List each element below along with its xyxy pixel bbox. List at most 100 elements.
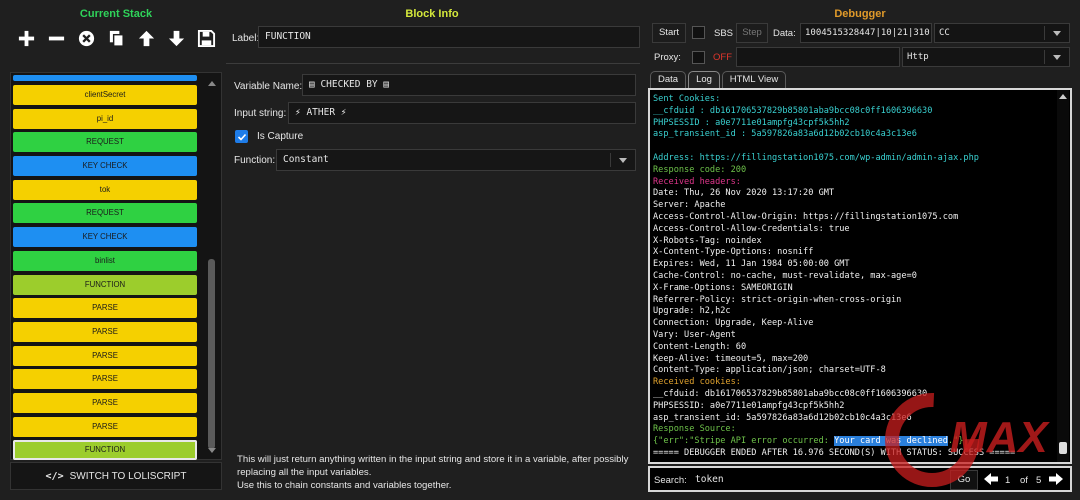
clone-block-button[interactable] — [105, 28, 127, 48]
function-select[interactable]: Constant — [276, 149, 636, 171]
stack-block[interactable]: PARSE — [13, 369, 197, 390]
stack-list: clientSecret pi_id REQUEST KEY CHECK tok REQU… — [10, 72, 222, 461]
log-line: X-Frame-Options: SAMEORIGIN — [653, 282, 793, 293]
dropdown-separator — [1044, 26, 1045, 40]
log-line: {"err":"Stripe API error occurred: Your … — [653, 436, 1053, 448]
plus-icon — [18, 30, 34, 46]
stack-scrollbar[interactable] — [204, 73, 220, 459]
arrow-down-icon — [168, 30, 184, 46]
move-up-button[interactable] — [135, 28, 157, 48]
input-string-caption: Input string: — [234, 108, 287, 119]
stack-block[interactable]: tok — [13, 179, 197, 200]
tab-log[interactable]: Log — [688, 71, 720, 88]
add-block-button[interactable] — [15, 28, 37, 48]
previous-match-button[interactable] — [983, 472, 999, 486]
minus-icon — [48, 36, 64, 40]
log-scrollbar[interactable] — [1057, 90, 1069, 462]
stack-block[interactable]: KEY CHECK — [13, 156, 197, 177]
data-caption: Data: — [773, 28, 796, 39]
log-line: Access-Control-Allow-Origin: https://fil… — [653, 211, 959, 222]
scroll-down-arrow-icon[interactable] — [208, 448, 216, 453]
log-line: Cache-Control: no-cache, must-revalidate… — [653, 270, 917, 281]
proxy-input[interactable] — [736, 47, 900, 67]
tab-html-view[interactable]: HTML View — [722, 71, 786, 88]
data-type-select[interactable]: CC — [934, 23, 1070, 43]
variable-name-input[interactable]: ▤ CHECKED BY ▤ — [302, 74, 636, 96]
log-line: Response Source: — [653, 424, 736, 435]
stack-block[interactable]: PARSE — [13, 392, 197, 413]
search-input[interactable]: token — [690, 470, 944, 490]
proxy-checkbox[interactable] — [692, 51, 705, 64]
stack-block[interactable]: binlist — [13, 250, 197, 271]
stack-block[interactable]: FUNCTION — [13, 440, 197, 461]
chevron-down-icon — [1053, 55, 1061, 60]
step-button[interactable]: Step — [736, 23, 768, 43]
code-icon: </> — [45, 470, 64, 482]
start-button[interactable]: Start — [652, 23, 686, 43]
clear-blocks-button[interactable] — [75, 28, 97, 48]
dropdown-separator — [610, 153, 611, 167]
stack-block[interactable]: REQUEST — [13, 203, 197, 224]
stack-block[interactable]: PARSE — [13, 416, 197, 437]
stack-block[interactable]: REQUEST — [13, 132, 197, 153]
switch-to-loliscript-button[interactable]: </> SWITCH TO LOLISCRIPT — [10, 462, 222, 490]
scroll-up-arrow-icon[interactable] — [208, 81, 216, 86]
stack-block[interactable]: pi_id — [13, 108, 197, 129]
scrollbar-thumb[interactable] — [208, 259, 215, 449]
stack-block[interactable]: PARSE — [13, 298, 197, 319]
arrow-right-icon — [1049, 473, 1063, 485]
log-line-text: {"err":"Stripe API error occurred: — [653, 436, 835, 447]
log-line: Upgrade: h2,h2c — [653, 306, 731, 317]
stack-block[interactable]: KEY CHECK — [13, 227, 197, 248]
stack-block[interactable]: FUNCTION — [13, 274, 197, 295]
log-line: Access-Control-Allow-Credentials: true — [653, 223, 850, 234]
log-line: Content-Length: 60 — [653, 341, 747, 352]
search-caption: Search: — [654, 475, 687, 486]
arrow-up-icon — [138, 30, 154, 46]
data-input[interactable]: 1004515328447|10|21|310 — [800, 23, 932, 43]
log-line: __cfduid: db161706537829b85801aba9bcc08c… — [653, 388, 928, 399]
tab-data[interactable]: Data — [650, 71, 686, 88]
scroll-up-arrow-icon[interactable] — [1059, 94, 1067, 99]
data-type-value: CC — [939, 28, 950, 38]
log-line: Referrer-Policy: strict-origin-when-cros… — [653, 294, 902, 305]
save-config-button[interactable] — [195, 28, 217, 48]
move-down-button[interactable] — [165, 28, 187, 48]
log-line: Response code: 200 — [653, 164, 747, 175]
stack-toolbar — [15, 28, 217, 48]
variable-name-caption: Variable Name: — [234, 81, 303, 92]
debugger-title: Debugger — [834, 8, 886, 20]
go-button[interactable]: Go — [950, 470, 978, 490]
sbs-checkbox[interactable] — [692, 26, 705, 39]
input-string-input[interactable]: ⚡ ATHER ⚡ — [288, 102, 636, 124]
label-input[interactable]: FUNCTION — [258, 26, 640, 48]
save-icon — [197, 29, 215, 47]
dropdown-separator — [1044, 50, 1045, 64]
is-capture-checkbox[interactable] — [235, 130, 248, 143]
proxy-type-select[interactable]: Http — [902, 47, 1070, 67]
remove-block-button[interactable] — [45, 28, 67, 48]
match-current: 1 — [1005, 475, 1011, 486]
block-description: This will just return anything written i… — [237, 453, 637, 492]
current-stack-title: Current Stack — [79, 8, 153, 20]
stack-block[interactable]: clientSecret — [13, 85, 197, 105]
block-info-title: Block Info — [405, 8, 459, 20]
proxy-type-value: Http — [907, 52, 929, 62]
stack-block[interactable]: PARSE — [13, 345, 197, 366]
log-line: Vary: User-Agent — [653, 329, 736, 340]
scrollbar-thumb[interactable] — [1059, 442, 1067, 454]
log-line: Date: Thu, 26 Nov 2020 13:17:20 GMT — [653, 188, 835, 199]
stack-block[interactable] — [13, 75, 197, 81]
proxy-caption: Proxy: — [654, 52, 681, 63]
next-match-button[interactable] — [1048, 472, 1064, 486]
log-line: Received cookies: — [653, 377, 741, 388]
log-highlight: Your card was declined — [834, 436, 948, 447]
log-line: X-Robots-Tag: noindex — [653, 235, 762, 246]
stack-block[interactable]: PARSE — [13, 321, 197, 342]
debugger-log: Sent Cookies: __cfduid : db161706537829b8… — [648, 88, 1072, 464]
match-of-label: of — [1020, 475, 1028, 486]
clone-icon — [109, 30, 124, 47]
is-capture-label: Is Capture — [257, 131, 304, 142]
block-divider — [226, 63, 640, 64]
